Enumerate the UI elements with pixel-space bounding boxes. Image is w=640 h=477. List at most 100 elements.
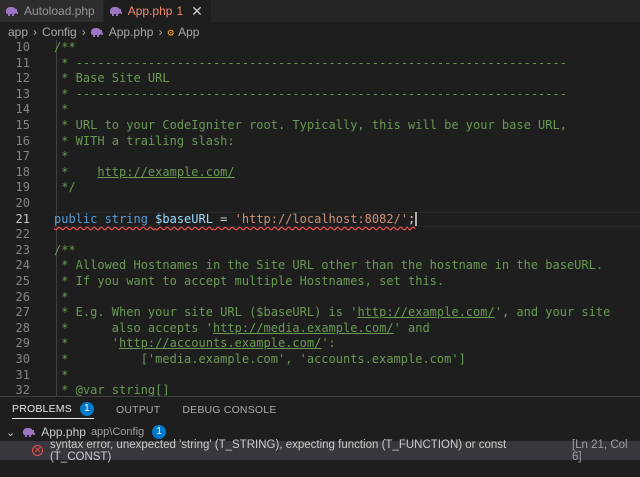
- tab-label: App.php: [127, 4, 173, 18]
- chevron-right-icon: ›: [81, 25, 86, 39]
- code-line[interactable]: 15 * URL to your CodeIgniter root. Typic…: [0, 118, 640, 134]
- line-number: 10: [15, 40, 30, 54]
- line-number: 24: [15, 258, 30, 273]
- problems-count-badge: 1: [79, 401, 94, 416]
- line-number: 15: [15, 118, 30, 132]
- code-editor[interactable]: 10 /** 11 * ------------------------------…: [0, 40, 640, 396]
- tab-debug-console[interactable]: DEBUG CONSOLE: [182, 404, 276, 416]
- line-number: 28: [15, 320, 30, 335]
- line-number: 23: [15, 242, 30, 257]
- code-text: /**: [54, 243, 76, 259]
- problem-item[interactable]: ✕ syntax error, unexpected 'string' (T_S…: [0, 438, 640, 463]
- code-text: * Allowed Hostnames in the Site URL othe…: [54, 258, 603, 274]
- line-number: 13: [15, 86, 30, 101]
- code-line[interactable]: 16 * WITH a trailing slash:: [0, 134, 640, 150]
- code-text: * Base Site URL: [54, 71, 170, 87]
- code-token: * Base Site URL: [54, 71, 170, 86]
- code-line[interactable]: 26 *: [0, 290, 640, 306]
- code-line[interactable]: 20: [0, 196, 640, 212]
- code-text: * WITH a trailing slash:: [54, 133, 235, 150]
- code-token: * --------------------------------------…: [54, 86, 567, 101]
- error-location: [Ln 21, Col 6]: [571, 438, 628, 463]
- code-text: /**: [54, 40, 76, 56]
- code-line[interactable]: 10 /**: [0, 40, 640, 56]
- code-line[interactable]: 27 * E.g. When your site URL ($baseURL) …: [0, 305, 640, 321]
- code-token: http://example.com/: [97, 164, 235, 179]
- code-line[interactable]: 19 */: [0, 180, 640, 196]
- breadcrumb: app › Config › App.php › ⚙ App: [0, 22, 640, 42]
- code-token: * @var string[]: [54, 383, 170, 396]
- tab-output[interactable]: OUTPUT: [116, 404, 160, 416]
- code-token: =: [212, 211, 235, 226]
- bottom-panel: PROBLEMS 1 OUTPUT DEBUG CONSOLE ⌄ App.ph…: [0, 396, 640, 477]
- line-number: 16: [15, 133, 30, 148]
- chevron-down-icon[interactable]: ⌄: [6, 426, 15, 439]
- text-cursor: [415, 212, 418, 227]
- breadcrumb-item-config[interactable]: Config: [42, 25, 77, 39]
- code-token: * ': [54, 336, 120, 351]
- code-text: * If you want to accept multiple Hostnam…: [54, 274, 444, 290]
- code-token: *: [54, 102, 69, 117]
- code-token: * Allowed Hostnames in the Site URL othe…: [54, 258, 604, 273]
- code-line[interactable]: 18 * http://example.com/: [0, 165, 640, 181]
- code-line[interactable]: 31 *: [0, 368, 640, 384]
- code-line[interactable]: 22: [0, 227, 640, 243]
- close-tab-icon[interactable]: ✕: [191, 4, 203, 18]
- line-number: 32: [15, 383, 30, 396]
- code-line[interactable]: 30 * ['media.example.com', 'accounts.exa…: [0, 352, 640, 368]
- code-text: * --------------------------------------…: [54, 56, 567, 72]
- code-token: ', and your site: [494, 305, 611, 320]
- tab-autoload-php[interactable]: Autoload.php: [0, 0, 104, 22]
- line-number: 26: [15, 289, 30, 304]
- code-text: *: [54, 102, 68, 118]
- chevron-right-icon: ›: [158, 25, 163, 39]
- line-number: 12: [15, 71, 30, 86]
- code-line[interactable]: 25 * If you want to accept multiple Host…: [0, 274, 640, 290]
- code-text: *: [54, 368, 68, 384]
- code-text: * http://example.com/: [54, 164, 235, 181]
- tab-problems[interactable]: PROBLEMS 1: [12, 401, 94, 419]
- code-text: * @var string[]: [54, 383, 170, 396]
- line-number: 11: [15, 55, 30, 70]
- php-elephant-icon: [6, 6, 18, 16]
- code-token: ' and: [393, 320, 430, 335]
- code-text: */: [54, 180, 76, 196]
- code-line[interactable]: 28 * also accepts 'http://media.example.…: [0, 321, 640, 337]
- code-token: */: [54, 180, 76, 195]
- breadcrumb-item-class[interactable]: ⚙ App: [167, 25, 199, 39]
- code-token: * ['media.example.com', 'accounts.exampl…: [54, 352, 466, 366]
- line-number: 17: [15, 149, 30, 164]
- code-line[interactable]: 13 * -----------------------------------…: [0, 87, 640, 103]
- code-line[interactable]: 14 *: [0, 102, 640, 118]
- breadcrumb-class-label: App: [178, 25, 200, 39]
- code-text: * also accepts 'http://media.example.com…: [54, 320, 430, 337]
- code-text: * ['media.example.com', 'accounts.exampl…: [54, 352, 466, 368]
- code-line[interactable]: 21 public string $baseURL = 'http://local…: [0, 211, 640, 228]
- php-elephant-icon: [90, 27, 103, 37]
- code-token: * WITH a trailing slash:: [54, 133, 235, 148]
- code-token: public string: [54, 211, 156, 226]
- code-text: *: [54, 290, 68, 306]
- code-text: public string $baseURL = 'http://localho…: [54, 211, 418, 228]
- breadcrumb-item-file[interactable]: App.php: [90, 25, 153, 39]
- code-token: http://accounts.example.com/: [119, 336, 322, 351]
- editor-tab-bar: Autoload.php App.php 1 ✕: [0, 0, 640, 22]
- code-line[interactable]: 24 * Allowed Hostnames in the Site URL o…: [0, 258, 640, 274]
- code-line[interactable]: 32 * @var string[]: [0, 383, 640, 396]
- code-token: $baseURL: [155, 211, 213, 226]
- code-token: * E.g. When your site URL ($baseURL) is …: [54, 305, 358, 320]
- problem-file-path: app\Config: [90, 426, 145, 438]
- code-line[interactable]: 29 * 'http://accounts.example.com/':: [0, 336, 640, 352]
- code-line[interactable]: 12 * Base Site URL: [0, 71, 640, 87]
- code-token: *: [54, 164, 98, 179]
- line-number: 29: [15, 336, 30, 351]
- tab-app-php[interactable]: App.php 1 ✕: [103, 0, 211, 22]
- code-line[interactable]: 23 /**: [0, 243, 640, 259]
- breadcrumb-item-app[interactable]: app: [8, 25, 28, 39]
- error-message: syntax error, unexpected 'string' (T_STR…: [49, 438, 507, 463]
- line-number: 25: [15, 274, 30, 288]
- code-text: * E.g. When your site URL ($baseURL) is …: [54, 305, 610, 321]
- code-line[interactable]: 11 * -----------------------------------…: [0, 56, 640, 72]
- panel-tab-bar: PROBLEMS 1 OUTPUT DEBUG CONSOLE: [0, 397, 299, 423]
- code-line[interactable]: 17 *: [0, 149, 640, 165]
